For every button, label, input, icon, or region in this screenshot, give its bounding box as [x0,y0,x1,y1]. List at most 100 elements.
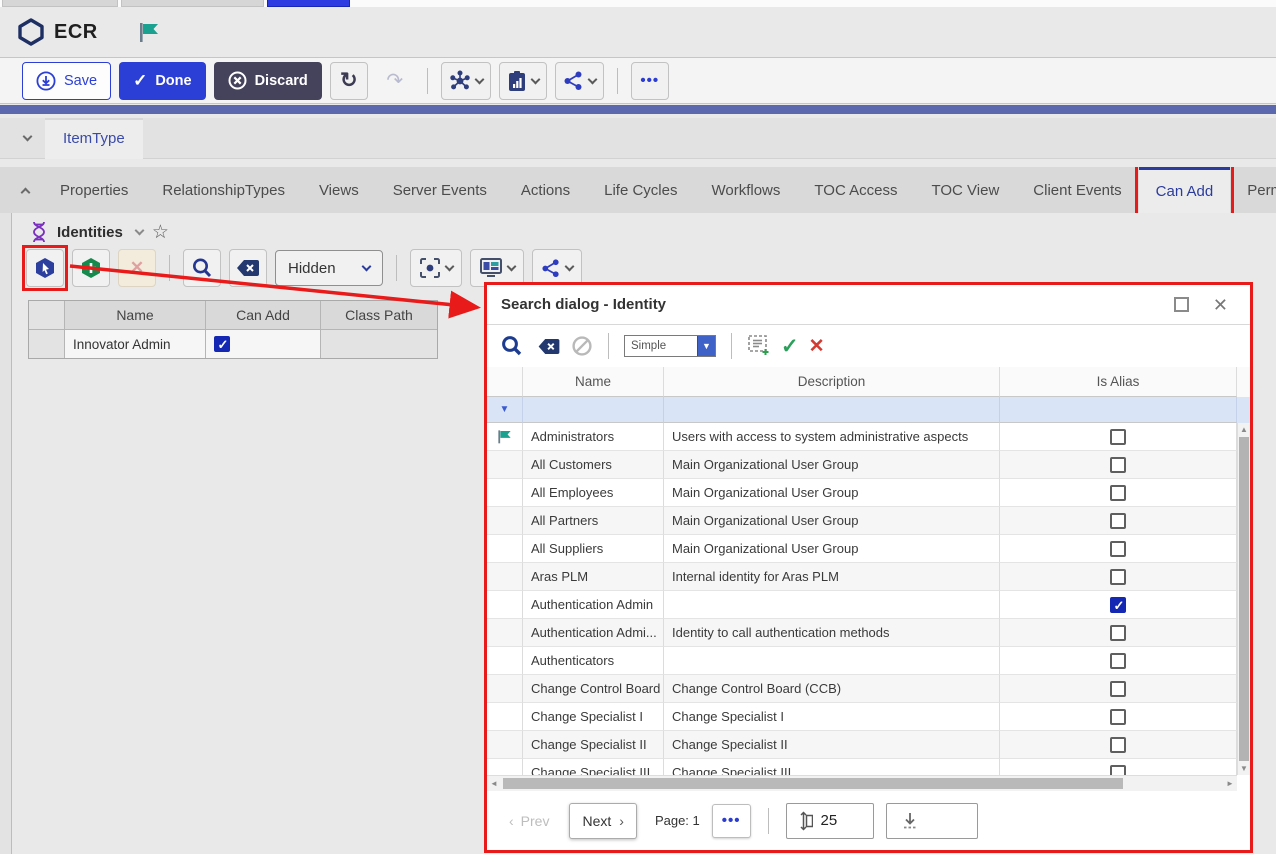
identity-row[interactable]: Change Control Board Change Control Boar… [487,675,1250,703]
identity-row[interactable]: Authentication Admin [487,591,1250,619]
impact-analysis-dropdown-button[interactable] [441,62,491,100]
filter-description-cell[interactable] [664,397,1000,423]
is-alias-checkbox[interactable] [1110,737,1126,753]
filter-is-alias-cell[interactable] [1000,397,1237,423]
filter-name-cell[interactable] [523,397,664,423]
clear-criteria-icon[interactable] [537,338,561,355]
grid-row[interactable]: Innovator Admin [29,329,437,358]
hidden-columns-select[interactable]: Hidden [275,250,383,286]
scroll-left-icon[interactable]: ◄ [487,776,501,791]
search-rows-button[interactable] [183,249,221,287]
focus-view-dropdown-button[interactable] [410,249,462,287]
identity-row[interactable]: Aras PLM Internal identity for Aras PLM [487,563,1250,591]
relationship-tab[interactable]: Can Add [1139,167,1231,213]
create-new-identity-button[interactable] [72,249,110,287]
done-button[interactable]: ✓ Done [119,62,206,100]
relationship-tab[interactable]: Workflows [694,167,797,213]
chevron-down-icon[interactable] [23,132,33,142]
save-button[interactable]: Save [22,62,111,100]
confirm-selection-icon[interactable]: ✓ [781,334,799,359]
is-alias-checkbox[interactable] [1110,569,1126,585]
clear-search-button[interactable] [229,249,267,287]
column-header-name[interactable]: Name [65,301,206,329]
share-dropdown-button[interactable] [555,62,604,100]
maximize-icon[interactable] [1174,297,1189,312]
search-mode-select[interactable]: Simple ▼ [624,335,716,357]
is-alias-checkbox[interactable] [1110,625,1126,641]
relationship-tab[interactable]: Life Cycles [587,167,694,213]
next-page-button[interactable]: Next › [569,803,636,839]
horizontal-scrollbar[interactable]: ◄ ► [487,775,1237,791]
more-actions-button[interactable]: ••• [631,62,669,100]
filter-toggle-cell[interactable]: ▼ [487,397,523,423]
relationship-tab[interactable]: Properties [43,167,145,213]
column-header-class-path[interactable]: Class Path [321,301,437,329]
identity-description-cell [664,591,1000,619]
column-header-description[interactable]: Description [664,367,1000,397]
scroll-right-icon[interactable]: ► [1223,776,1237,791]
collapse-tabs-control[interactable] [22,167,29,213]
can-add-checkbox[interactable] [214,336,230,352]
relationship-tab[interactable]: Actions [504,167,587,213]
row-selector-cell[interactable] [29,330,65,358]
relationship-tab[interactable]: Permissions [1230,167,1276,213]
tab-strip-segment[interactable] [121,0,264,7]
is-alias-checkbox[interactable] [1110,429,1126,445]
tab-strip-active-segment[interactable] [267,0,350,7]
horizontal-scroll-thumb[interactable] [503,778,1123,789]
is-alias-checkbox[interactable] [1110,485,1126,501]
identity-row[interactable]: All Suppliers Main Organizational User G… [487,535,1250,563]
page-size-input[interactable]: 25 [786,803,874,839]
export-download-button[interactable] [886,803,978,839]
favorite-star-icon[interactable]: ☆ [152,223,169,242]
discard-button[interactable]: Discard [214,62,322,100]
scroll-down-icon[interactable]: ▼ [1238,762,1250,775]
column-header-can-add[interactable]: Can Add [206,301,321,329]
row-icon-cell [487,591,523,619]
toolbar-separator [396,255,397,281]
relationship-tab[interactable]: TOC View [914,167,1016,213]
is-alias-checkbox[interactable] [1110,653,1126,669]
identity-row[interactable]: Authentication Admi... Identity to call … [487,619,1250,647]
identity-row[interactable]: All Customers Main Organizational User G… [487,451,1250,479]
is-alias-checkbox[interactable] [1110,541,1126,557]
chevron-down-icon[interactable] [134,226,144,236]
tab-label: Client Events [1033,182,1121,199]
relationship-tab[interactable]: RelationshipTypes [145,167,302,213]
is-alias-checkbox[interactable] [1110,457,1126,473]
identity-row[interactable]: All Partners Main Organizational User Gr… [487,507,1250,535]
row-icon-cell [487,675,523,703]
is-alias-checkbox[interactable] [1110,709,1126,725]
scroll-up-icon[interactable]: ▲ [1238,423,1250,436]
column-header-name[interactable]: Name [523,367,664,397]
relationship-tab[interactable]: TOC Access [797,167,914,213]
relationship-tab[interactable]: Server Events [376,167,504,213]
identity-row[interactable]: Change Specialist I Change Specialist I [487,703,1250,731]
refresh-button[interactable]: ↻ [330,62,368,100]
relationship-tab[interactable]: Client Events [1016,167,1138,213]
tab-strip-segment[interactable] [2,0,118,7]
cancel-dialog-icon[interactable]: ✕ [809,335,825,358]
vertical-scroll-thumb[interactable] [1239,437,1249,761]
close-icon[interactable]: ✕ [1213,296,1228,314]
filter-row[interactable]: ▼ [487,397,1250,423]
identity-row[interactable]: Administrators Users with access to syst… [487,423,1250,451]
itemtype-hexagon-icon [18,18,44,46]
column-header-is-alias[interactable]: Is Alias [1000,367,1237,397]
identity-row[interactable]: All Employees Main Organizational User G… [487,479,1250,507]
multi-select-list-icon[interactable] [747,334,771,358]
run-search-icon[interactable] [497,335,527,357]
pick-existing-identity-button[interactable] [26,249,64,287]
reports-dropdown-button[interactable] [499,62,547,100]
vertical-scrollbar[interactable]: ▲ ▼ [1237,423,1250,775]
is-alias-checkbox[interactable] [1110,681,1126,697]
is-alias-checkbox[interactable] [1110,597,1126,613]
is-alias-cell [1000,451,1237,479]
page-list-button[interactable]: ••• [712,804,751,838]
is-alias-checkbox[interactable] [1110,513,1126,529]
identity-row[interactable]: Change Specialist II Change Specialist I… [487,731,1250,759]
itemtype-form-tab[interactable]: ItemType [45,118,143,159]
dialog-title-bar[interactable]: Search dialog - Identity ✕ [487,285,1250,325]
identity-row[interactable]: Authenticators [487,647,1250,675]
relationship-tab[interactable]: Views [302,167,376,213]
